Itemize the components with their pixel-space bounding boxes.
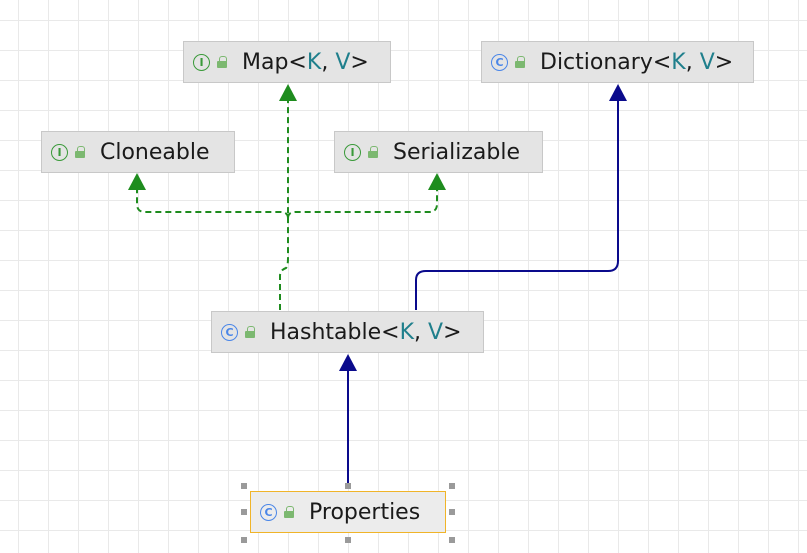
node-cloneable[interactable]: I Cloneable — [41, 131, 235, 173]
resize-handle-top-mid[interactable] — [345, 483, 351, 489]
interface-icon: I — [193, 53, 210, 71]
lock-icon — [243, 325, 256, 339]
lock-icon — [513, 55, 526, 69]
class-icon: C — [491, 53, 508, 71]
resize-handle-mid-left[interactable] — [241, 509, 247, 515]
node-dictionary[interactable]: C Dictionary<K, V> — [481, 41, 754, 83]
edge-hashtable-map — [279, 100, 289, 310]
arrowhead-map — [279, 84, 297, 101]
edge-hashtable-serializable — [287, 189, 438, 219]
node-label: Map<K, V> — [242, 49, 369, 75]
node-label: Cloneable — [100, 139, 210, 165]
lock-icon — [215, 55, 228, 69]
node-map[interactable]: I Map<K, V> — [183, 41, 391, 83]
lock-icon — [282, 505, 295, 519]
interface-icon: I — [344, 143, 361, 161]
node-label: Dictionary<K, V> — [540, 49, 734, 75]
resize-handle-top-right[interactable] — [449, 483, 455, 489]
resize-handle-bottom-right[interactable] — [449, 537, 455, 543]
node-label: Hashtable<K, V> — [270, 319, 462, 345]
arrowhead-serializable — [428, 173, 446, 190]
node-hashtable[interactable]: C Hashtable<K, V> — [211, 311, 484, 353]
class-icon: C — [260, 503, 277, 521]
arrowhead-hashtable — [339, 354, 357, 371]
resize-handle-bottom-left[interactable] — [241, 537, 247, 543]
resize-handle-top-left[interactable] — [241, 483, 247, 489]
class-icon: C — [221, 323, 238, 341]
interface-icon: I — [51, 143, 68, 161]
node-label: Serializable — [393, 139, 521, 165]
edge-hashtable-cloneable — [136, 189, 289, 219]
resize-handle-mid-right[interactable] — [449, 509, 455, 515]
node-properties[interactable]: C Properties — [250, 491, 446, 533]
node-serializable[interactable]: I Serializable — [334, 131, 543, 173]
resize-handle-bottom-mid[interactable] — [345, 537, 351, 543]
node-label: Properties — [309, 499, 421, 525]
lock-icon — [73, 145, 86, 159]
arrowhead-dictionary — [609, 84, 627, 101]
arrowhead-cloneable — [128, 173, 146, 190]
lock-icon — [366, 145, 379, 159]
